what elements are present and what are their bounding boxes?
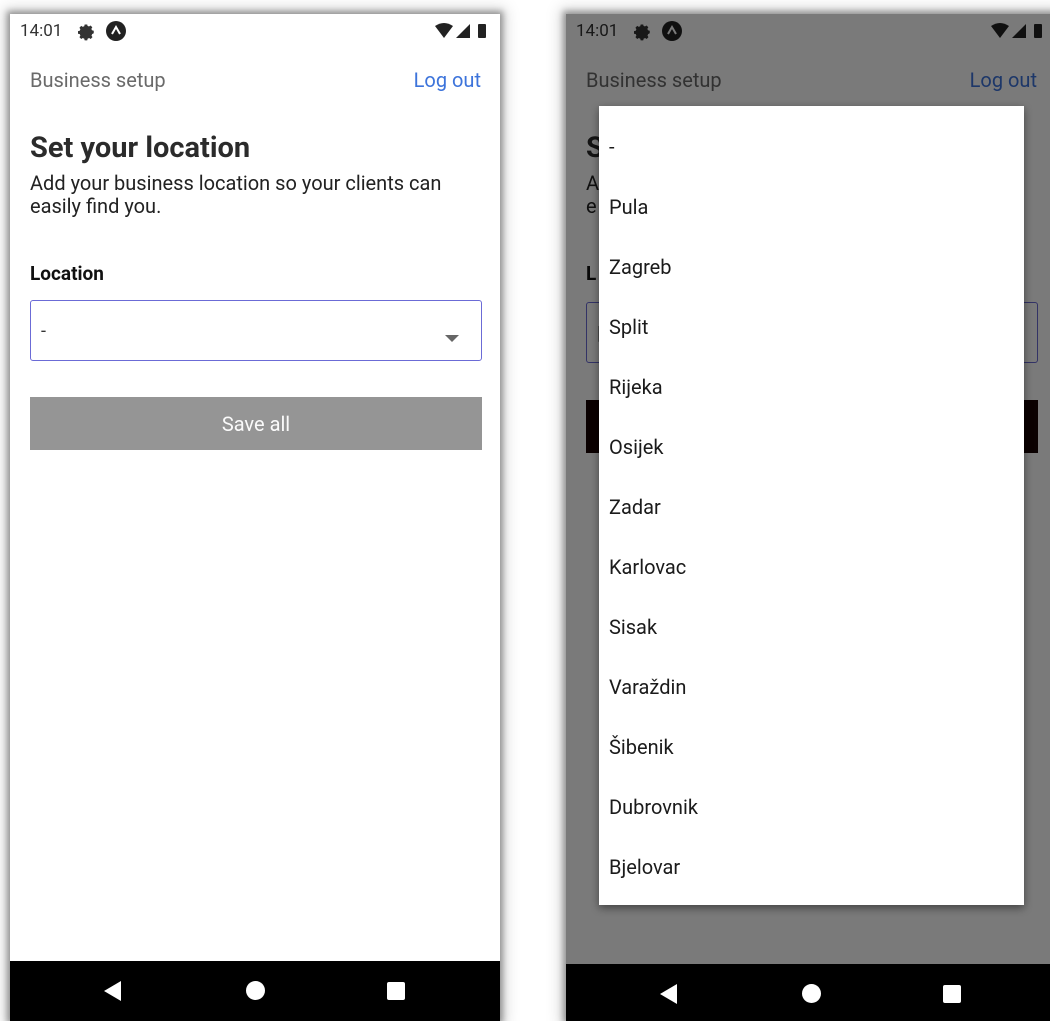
- cell-signal-icon: [456, 24, 470, 38]
- home-icon[interactable]: [246, 981, 265, 1000]
- dropdown-option-karlovac[interactable]: Karlovac: [599, 537, 1024, 597]
- wifi-icon: [435, 23, 453, 38]
- system-nav-bar: [566, 964, 1050, 1021]
- recent-apps-icon[interactable]: [943, 985, 961, 1003]
- location-select-value: -: [41, 321, 46, 342]
- page-title: Set your location: [30, 131, 251, 165]
- dropdown-option-zadar[interactable]: Zadar: [599, 477, 1024, 537]
- save-all-button[interactable]: Save all: [30, 397, 482, 450]
- status-icons: [434, 22, 492, 44]
- dropdown-option-split[interactable]: Split: [599, 297, 1024, 357]
- dropdown-option-bjelovar[interactable]: Bjelovar: [599, 837, 1024, 897]
- dropdown-option-pula[interactable]: Pula: [599, 177, 1024, 237]
- gear-icon: [78, 23, 96, 45]
- app-notification-icon: [106, 21, 126, 41]
- dropdown-option-sisak[interactable]: Sisak: [599, 597, 1024, 657]
- dropdown-option-sibenik[interactable]: Šibenik: [599, 717, 1024, 777]
- logout-button[interactable]: Log out: [414, 68, 481, 92]
- dropdown-caret-icon: [445, 328, 459, 347]
- location-dropdown-menu: - Pula Zagreb Split Rijeka Osijek Zadar …: [599, 106, 1024, 905]
- location-select[interactable]: -: [30, 300, 482, 361]
- dropdown-option-zagreb[interactable]: Zagreb: [599, 237, 1024, 297]
- back-icon[interactable]: [660, 984, 678, 1008]
- recent-apps-icon[interactable]: [387, 982, 405, 1000]
- battery-icon: [478, 24, 486, 38]
- status-time: 14:01: [20, 21, 63, 41]
- page-subtitle: Add your business location so your clien…: [30, 171, 442, 218]
- system-nav-bar: [10, 961, 500, 1021]
- appbar-title: Business setup: [30, 68, 166, 92]
- dropdown-option-dubrovnik[interactable]: Dubrovnik: [599, 777, 1024, 837]
- dropdown-option-varazdin[interactable]: Varaždin: [599, 657, 1024, 717]
- phone-screen-location-dropdown: 14:01 Business setup Log out S A e L | -…: [566, 14, 1050, 1021]
- phone-screen-location-setup: 14:01 Business setup Log out Set your lo…: [10, 14, 500, 1021]
- status-bar: 14:01: [10, 14, 500, 48]
- back-icon[interactable]: [104, 981, 122, 1005]
- home-icon[interactable]: [802, 984, 821, 1003]
- dropdown-option-osijek[interactable]: Osijek: [599, 417, 1024, 477]
- dropdown-option-rijeka[interactable]: Rijeka: [599, 357, 1024, 417]
- dropdown-option-none[interactable]: -: [599, 117, 1024, 177]
- location-label: Location: [30, 262, 104, 285]
